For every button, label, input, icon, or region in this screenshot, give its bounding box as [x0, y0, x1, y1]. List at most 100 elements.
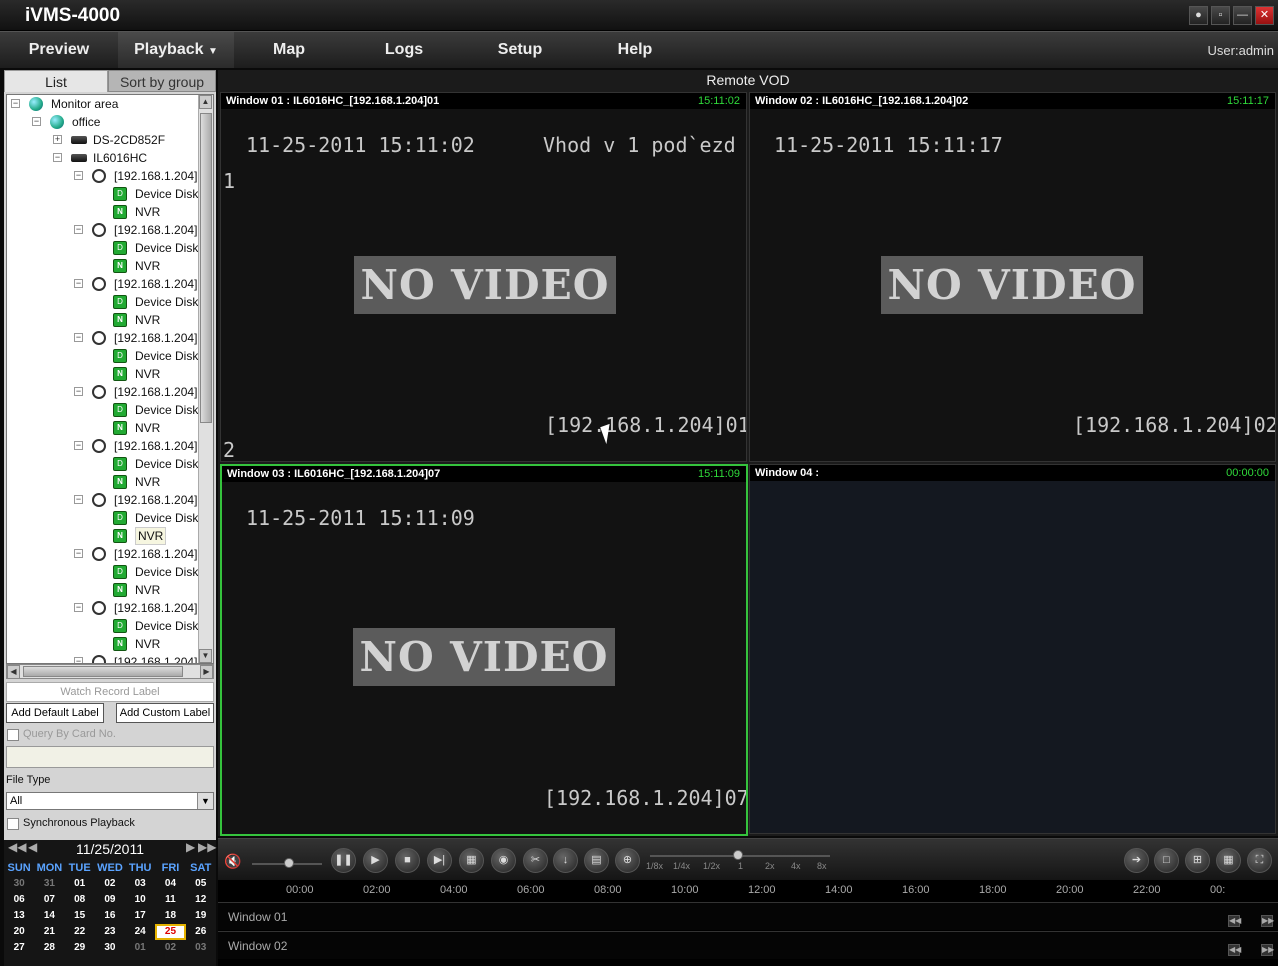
file-type-select[interactable]: All ▼ — [6, 792, 214, 810]
tree-node[interactable]: D Device Disk — [7, 509, 199, 527]
tree-node[interactable]: − [192.168.1.204] — [7, 653, 199, 663]
lock-icon[interactable]: ▫ — [1211, 6, 1230, 25]
tree-node[interactable]: N NVR — [7, 203, 199, 221]
tree-node[interactable]: − [192.168.1.204] — [7, 221, 199, 239]
tree-node[interactable]: − [192.168.1.204] — [7, 167, 199, 185]
hscroll-thumb[interactable] — [23, 666, 183, 677]
capture-icon[interactable]: ◉ — [491, 848, 516, 873]
pause-icon[interactable]: ❚❚ — [331, 848, 356, 873]
video-window-1[interactable]: Window 01 : IL6016HC_[192.168.1.204]01 15… — [220, 92, 747, 462]
query-card-checkbox[interactable] — [7, 729, 19, 741]
tree-node[interactable]: N NVR — [7, 257, 199, 275]
scroll-left-icon[interactable]: ◀ — [7, 665, 20, 679]
tree-node[interactable]: N NVR — [7, 581, 199, 599]
calendar-day[interactable]: 15 — [65, 908, 95, 924]
dropdown-arrow-icon[interactable]: ▼ — [197, 793, 213, 809]
close-icon[interactable]: ✕ — [1255, 6, 1274, 25]
collapse-icon[interactable]: − — [74, 171, 83, 180]
calendar-day[interactable]: 02 — [155, 940, 185, 956]
tree-node[interactable]: D Device Disk — [7, 347, 199, 365]
calendar-day[interactable]: 12 — [186, 892, 216, 908]
collapse-icon[interactable]: − — [74, 657, 83, 663]
tree-node[interactable]: D Device Disk — [7, 239, 199, 257]
calendar-day[interactable]: 04 — [155, 876, 185, 892]
scroll-up-icon[interactable]: ▲ — [199, 95, 212, 109]
minimize-icon[interactable]: — — [1233, 6, 1252, 25]
tree-node[interactable]: N NVR — [7, 635, 199, 653]
calendar-day[interactable]: 14 — [34, 908, 64, 924]
zoom-icon[interactable]: ⊕ — [615, 848, 640, 873]
tree-node[interactable]: D Device Disk — [7, 563, 199, 581]
watch-record-label-button[interactable]: Watch Record Label — [6, 682, 214, 702]
prev-month-icon[interactable]: ◀ — [28, 840, 37, 854]
calendar-day[interactable]: 09 — [95, 892, 125, 908]
add-custom-label-button[interactable]: Add Custom Label — [116, 703, 214, 723]
tree-node[interactable]: − [192.168.1.204] — [7, 545, 199, 563]
tree-node[interactable]: − [192.168.1.204] — [7, 437, 199, 455]
layout-9-icon[interactable]: ▦ — [1216, 848, 1241, 873]
tree-node[interactable]: − Monitor area — [7, 95, 199, 113]
tree-node[interactable]: − [192.168.1.204] — [7, 275, 199, 293]
calendar-day[interactable]: 01 — [125, 940, 155, 956]
scroll-down-icon[interactable]: ▼ — [199, 649, 212, 663]
video-window-2[interactable]: Window 02 : IL6016HC_[192.168.1.204]02 15… — [749, 92, 1276, 462]
calendar-day[interactable]: 08 — [65, 892, 95, 908]
calendar-day[interactable]: 22 — [65, 924, 95, 940]
calendar-day[interactable]: 30 — [4, 876, 34, 892]
menu-setup[interactable]: Setup — [464, 32, 576, 68]
calendar-day[interactable]: 01 — [65, 876, 95, 892]
collapse-icon[interactable]: − — [74, 549, 83, 558]
add-default-label-button[interactable]: Add Default Label — [6, 703, 104, 723]
calendar-day[interactable]: 18 — [155, 908, 185, 924]
play-icon[interactable]: ▶ — [363, 848, 388, 873]
stop-icon[interactable]: ■ — [395, 848, 420, 873]
calendar-day[interactable]: 17 — [125, 908, 155, 924]
tree-node[interactable]: N NVR — [7, 365, 199, 383]
collapse-icon[interactable]: − — [53, 153, 62, 162]
calendar-day[interactable]: 16 — [95, 908, 125, 924]
timeline-next-icon[interactable]: ▶▶ — [1261, 944, 1274, 956]
tree-node[interactable]: − [192.168.1.204] — [7, 491, 199, 509]
calendar-day[interactable]: 02 — [95, 876, 125, 892]
calendar-day[interactable]: 24 — [125, 924, 155, 940]
timeline-row-1[interactable]: Window 01 ◀◀ ▶▶ — [218, 902, 1278, 930]
calendar-day[interactable]: 28 — [34, 940, 64, 956]
tree-node[interactable]: − IL6016HC — [7, 149, 199, 167]
collapse-icon[interactable]: − — [74, 495, 83, 504]
calendar-day[interactable]: 10 — [125, 892, 155, 908]
calendar-day[interactable]: 30 — [95, 940, 125, 956]
calendar-day[interactable]: 03 — [186, 940, 216, 956]
collapse-icon[interactable]: − — [74, 387, 83, 396]
collapse-icon[interactable]: − — [74, 441, 83, 450]
calendar-day[interactable]: 31 — [34, 876, 64, 892]
menu-preview[interactable]: Preview — [0, 32, 118, 68]
tree-hscrollbar[interactable]: ◀ ▶ — [6, 664, 214, 679]
expand-icon[interactable]: + — [53, 135, 62, 144]
calendar-day[interactable]: 23 — [95, 924, 125, 940]
layout-1-icon[interactable]: □ — [1154, 848, 1179, 873]
scroll-thumb[interactable] — [200, 113, 212, 423]
tree-node[interactable]: − [192.168.1.204] — [7, 329, 199, 347]
timeline-row-2[interactable]: Window 02 ◀◀ ▶▶ — [218, 931, 1278, 959]
tree-node[interactable]: D Device Disk — [7, 293, 199, 311]
sync-playback-checkbox[interactable] — [7, 818, 19, 830]
video-window-3[interactable]: Window 03 : IL6016HC_[192.168.1.204]07 15… — [220, 464, 748, 836]
next-month-icon[interactable]: ▶ — [186, 840, 195, 854]
calendar-day[interactable]: 13 — [4, 908, 34, 924]
save-icon[interactable]: ↓ — [553, 848, 578, 873]
tree-node[interactable]: − [192.168.1.204] — [7, 383, 199, 401]
tree-node[interactable]: − [192.168.1.204] — [7, 599, 199, 617]
menu-playback[interactable]: Playback ▼ — [118, 32, 234, 68]
menu-map[interactable]: Map — [234, 32, 344, 68]
tree-node[interactable]: + DS-2CD852F — [7, 131, 199, 149]
tree-node[interactable]: N NVR — [7, 473, 199, 491]
card-number-input[interactable] — [6, 746, 214, 768]
download-icon[interactable]: ▦ — [459, 848, 484, 873]
tree-node[interactable]: − office — [7, 113, 199, 131]
tab-list[interactable]: List — [4, 70, 108, 92]
calendar-day[interactable]: 06 — [4, 892, 34, 908]
user-icon[interactable]: ● — [1189, 6, 1208, 25]
tree-node[interactable]: N NVR — [7, 419, 199, 437]
mute-icon[interactable]: 🔇 — [224, 853, 241, 870]
tree-node[interactable]: D Device Disk — [7, 401, 199, 419]
